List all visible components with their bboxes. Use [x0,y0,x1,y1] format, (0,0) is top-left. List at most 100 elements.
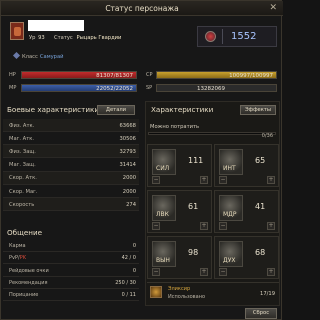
decrease-button[interactable]: − [219,268,227,276]
stat-box-con: ВЫН 98 − + [147,236,212,279]
points-value: 0/36 [261,133,273,139]
combat-stat-label: Маг. Защ. [9,162,36,169]
stat-label: ДУХ [223,257,236,264]
attributes-title: Характеристики [151,105,213,114]
cp-label: CP [146,72,153,78]
elixir-icon[interactable] [150,286,162,298]
decrease-button[interactable]: − [152,222,160,230]
increase-button[interactable]: + [200,268,208,276]
combat-stats-title: Боевые характеристики [7,105,99,114]
class-icon [12,51,21,60]
window-title: Статус персонажа [105,4,179,13]
stat-value: 41 [255,202,266,211]
stat-value: 98 [188,248,199,257]
details-button[interactable]: Детали [97,105,135,115]
stat-box-str: СИЛ 111 − + [147,144,212,187]
character-avatar [10,22,24,40]
combat-stat-label: Физ. Атк. [9,122,35,129]
combat-stat-label: Скор. Маг. [9,188,38,195]
combat-stat-row: Маг. Защ. 31414 [3,159,139,172]
combat-stat-value: 63668 [119,122,136,129]
status-value: Рыцарь Гвардии [76,35,122,41]
pk-label: PK [19,255,26,262]
stat-box-wit: МДР 41 − + [214,190,279,233]
mp-label: MP [9,85,17,91]
combat-stat-row: Физ. Атк. 63668 [3,119,139,132]
character-status-window: Статус персонажа ✕ Ур 93 Статус Рыцарь Г… [0,0,283,320]
decrease-button[interactable]: − [219,222,227,230]
increase-button[interactable]: + [267,268,275,276]
elixir-used-label: Использовано [168,294,206,300]
social-label: Карма [9,243,26,249]
stat-label: ИНТ [223,165,236,172]
stat-label: ВЫН [156,257,170,264]
elixir-row: Эликсир Использовано 17/19 [147,282,279,304]
cp-text: 100997/100997 [229,72,273,79]
combat-stat-row: Маг. Атк. 30506 [3,132,139,146]
social-title: Общение [7,228,43,237]
social-row: PvP/PK 42 / 0 [3,252,139,265]
class-row: Класс Самурай [12,51,64,60]
status-label: Статус [54,35,73,41]
social-value: 0 / 11 [121,292,136,299]
social-label-text: PvP/ [9,255,20,262]
combat-stat-label: Физ. Защ. [9,148,36,155]
social-label: PvP/PK [9,255,26,261]
stat-value: 111 [188,156,204,165]
stat-label: ЛВК [156,211,169,218]
title-bar[interactable]: Статус персонажа ✕ [1,1,283,16]
decrease-button[interactable]: − [219,176,227,184]
stat-box-men: ДУХ 68 − + [214,236,279,279]
sp-text: 13282069 [197,85,225,92]
social-row: Карма 0 [3,240,139,252]
stat-value: 65 [255,156,266,165]
divider [222,29,223,44]
hp-bar: 81307/81307 [21,71,137,79]
stat-value: 61 [188,202,199,211]
class-label: Класс [22,54,38,60]
effects-button[interactable]: Эффекты [240,105,276,115]
combat-stat-value: 2000 [122,188,136,195]
stat-box-int: ИНТ 65 − + [214,144,279,187]
elixir-count: 17/19 [260,291,275,297]
level-label: Ур [29,35,36,41]
social-value: 250 / 30 [115,279,136,286]
combat-stat-value: 274 [126,201,136,208]
stat-label: МДР [223,211,237,218]
social-label: Рейдовые очки [9,267,49,274]
stat-label: СИЛ [156,165,170,172]
status-info: Статус Рыцарь Гвардии [54,35,121,41]
reset-button[interactable]: Сброс [245,308,277,319]
decrease-button[interactable]: − [152,268,160,276]
increase-button[interactable]: + [200,222,208,230]
increase-button[interactable]: + [267,222,275,230]
mp-text: 22052/22052 [96,85,133,92]
combat-power-box: 1552 [197,26,277,47]
emblem-icon [205,31,216,42]
combat-stat-value: 31414 [119,162,136,169]
increase-button[interactable]: + [200,176,208,184]
combat-stat-row: Скор. Атк. 2000 [3,171,139,185]
social-value: 0 [132,243,136,249]
combat-stat-label: Маг. Атк. [9,135,35,142]
hp-text: 81307/81307 [96,72,133,79]
close-icon[interactable]: ✕ [269,3,277,13]
points-label: Можно потратить [150,124,200,130]
social-value: 0 [132,267,136,274]
combat-stat-value: 32793 [119,148,136,155]
combat-stat-row: Скор. Маг. 2000 [3,185,139,198]
combat-stat-row: Скорость 274 [3,198,139,212]
combat-stat-row: Физ. Защ. 32793 [3,145,139,159]
combat-power-value: 1552 [231,31,257,42]
class-value: Самурай [39,54,64,60]
increase-button[interactable]: + [267,176,275,184]
cp-bar: 100997/100997 [156,71,277,79]
level-value: 93 [38,35,45,41]
elixir-name: Эликсир [168,286,191,292]
mp-bar: 22052/22052 [21,84,137,92]
combat-stat-value: 2000 [122,175,136,182]
combat-stat-label: Скорость [9,201,35,208]
sp-bar: 13282069 [156,84,277,92]
decrease-button[interactable]: − [152,176,160,184]
social-row: Рейдовые очки 0 [3,265,139,277]
